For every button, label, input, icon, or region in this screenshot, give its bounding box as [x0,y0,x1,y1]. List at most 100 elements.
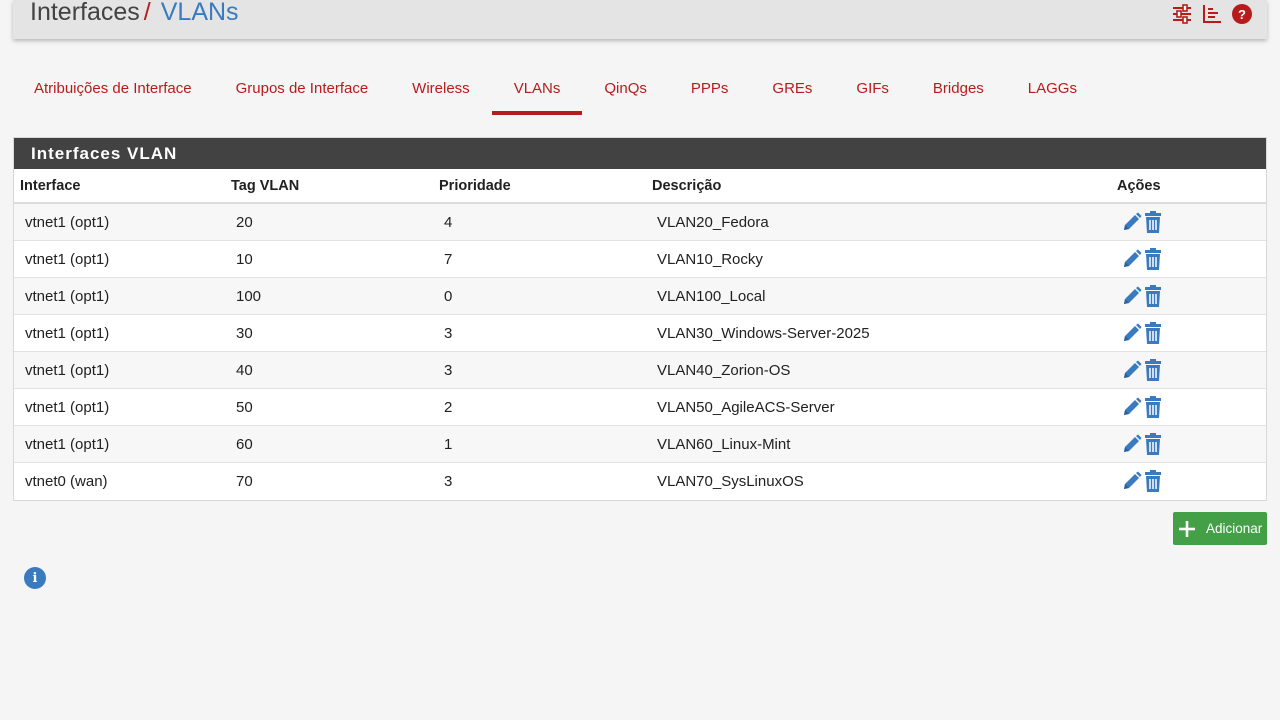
column-header-actions: Ações [1111,169,1266,204]
sliders-icon[interactable] [1172,4,1192,24]
tab-bar: Atribuições de Interface Grupos de Inter… [12,70,1099,115]
help-icon[interactable]: ? [1232,4,1252,24]
row-actions [1122,322,1266,344]
cell-actions [1111,277,1266,315]
cell-description: VLAN50_AgileACS-Server [646,388,1111,426]
tab-vlans[interactable]: VLANs [491,70,583,115]
tab-interface-assignments[interactable]: Atribuições de Interface [12,70,214,115]
row-actions [1122,470,1266,492]
tab-wireless[interactable]: Wireless [390,70,492,115]
cell-priority: 7 [433,240,646,278]
edit-pencil-icon[interactable] [1122,360,1142,380]
cell-interface: vtnet1 (opt1) [14,388,225,426]
edit-pencil-icon[interactable] [1122,397,1142,417]
cell-description: VLAN70_SysLinuxOS [646,462,1111,499]
table-body: vtnet1 (opt1) 20 4 VLAN20_Fedora vtnet1 (opt… [14,202,1266,499]
cell-description: VLAN20_Fedora [646,202,1111,241]
cell-priority: 4 [433,202,646,241]
cell-tag: 20 [225,202,433,241]
cell-description: VLAN40_Zorion-OS [646,351,1111,389]
cell-description: VLAN60_Linux-Mint [646,425,1111,463]
table-row: vtnet1 (opt1) 50 2 VLAN50_AgileACS-Server [14,388,1266,426]
tab-laggs[interactable]: LAGGs [1006,70,1099,115]
panel-title: Interfaces VLAN [14,138,1266,169]
row-actions [1122,248,1266,270]
breadcrumb-separator: / [143,0,151,26]
table-row: vtnet1 (opt1) 10 7 VLAN10_Rocky [14,240,1266,278]
edit-pencil-icon[interactable] [1122,286,1142,306]
column-header-priority: Prioridade [433,169,646,204]
row-actions [1122,396,1266,418]
tab-gres[interactable]: GREs [750,70,834,115]
delete-trash-icon[interactable] [1144,285,1162,307]
edit-pencil-icon[interactable] [1122,323,1142,343]
info-icon[interactable]: i [24,567,46,589]
cell-tag: 60 [225,425,433,463]
cell-interface: vtnet0 (wan) [14,462,225,499]
row-actions [1122,285,1266,307]
breadcrumb: Interfaces / VLANs [30,0,239,27]
delete-trash-icon[interactable] [1144,248,1162,270]
column-header-tag: Tag VLAN [225,169,433,204]
tab-gifs[interactable]: GIFs [834,70,911,115]
vlan-panel: Interfaces VLAN Interface Tag VLAN Prior… [13,137,1267,501]
row-actions [1122,359,1266,381]
delete-trash-icon[interactable] [1144,322,1162,344]
cell-priority: 0 [433,277,646,315]
cell-priority: 1 [433,425,646,463]
table-row: vtnet0 (wan) 70 3 VLAN70_SysLinuxOS [14,462,1266,499]
header-icons: ? [1172,3,1252,25]
cell-actions [1111,314,1266,352]
delete-trash-icon[interactable] [1144,433,1162,455]
column-header-interface: Interface [14,169,225,204]
cell-description: VLAN100_Local [646,277,1111,315]
cell-actions [1111,462,1266,499]
tab-ppps[interactable]: PPPs [669,70,751,115]
delete-trash-icon[interactable] [1144,359,1162,381]
tab-qinqs[interactable]: QinQs [582,70,669,115]
cell-interface: vtnet1 (opt1) [14,314,225,352]
breadcrumb-current[interactable]: VLANs [161,0,239,26]
edit-pencil-icon[interactable] [1122,249,1142,269]
add-button-label: Adicionar [1206,521,1263,536]
cell-tag: 100 [225,277,433,315]
row-actions [1122,433,1266,455]
add-button[interactable]: Adicionar [1173,512,1267,545]
delete-trash-icon[interactable] [1144,470,1162,492]
breadcrumb-root[interactable]: Interfaces [30,0,140,26]
table-row: vtnet1 (opt1) 60 1 VLAN60_Linux-Mint [14,425,1266,463]
table-row: vtnet1 (opt1) 100 0 VLAN100_Local [14,277,1266,315]
cell-tag: 10 [225,240,433,278]
edit-pencil-icon[interactable] [1122,212,1142,232]
cell-interface: vtnet1 (opt1) [14,425,225,463]
cell-actions [1111,351,1266,389]
cell-tag: 70 [225,462,433,499]
cell-description: VLAN10_Rocky [646,240,1111,278]
cell-priority: 3 [433,314,646,352]
table-row: vtnet1 (opt1) 20 4 VLAN20_Fedora [14,202,1266,241]
vlan-table: Interface Tag VLAN Prioridade Descrição … [14,169,1266,499]
tab-bridges[interactable]: Bridges [911,70,1006,115]
table-header-row: Interface Tag VLAN Prioridade Descrição … [14,169,1266,204]
cell-actions [1111,425,1266,463]
table-row: vtnet1 (opt1) 40 3 VLAN40_Zorion-OS [14,351,1266,389]
cell-tag: 40 [225,351,433,389]
column-header-description: Descrição [646,169,1111,204]
cell-priority: 2 [433,388,646,426]
cell-priority: 3 [433,462,646,499]
page-header: Interfaces / VLANs ? [13,0,1267,39]
plus-icon [1178,520,1196,538]
cell-description: VLAN30_Windows-Server-2025 [646,314,1111,352]
chart-icon[interactable] [1202,4,1222,24]
cell-priority: 3 [433,351,646,389]
tab-interface-groups[interactable]: Grupos de Interface [214,70,391,115]
table-row: vtnet1 (opt1) 30 3 VLAN30_Windows-Server-20… [14,314,1266,352]
cell-tag: 50 [225,388,433,426]
edit-pencil-icon[interactable] [1122,434,1142,454]
delete-trash-icon[interactable] [1144,211,1162,233]
cell-tag: 30 [225,314,433,352]
cell-interface: vtnet1 (opt1) [14,277,225,315]
cell-interface: vtnet1 (opt1) [14,351,225,389]
delete-trash-icon[interactable] [1144,396,1162,418]
edit-pencil-icon[interactable] [1122,471,1142,491]
